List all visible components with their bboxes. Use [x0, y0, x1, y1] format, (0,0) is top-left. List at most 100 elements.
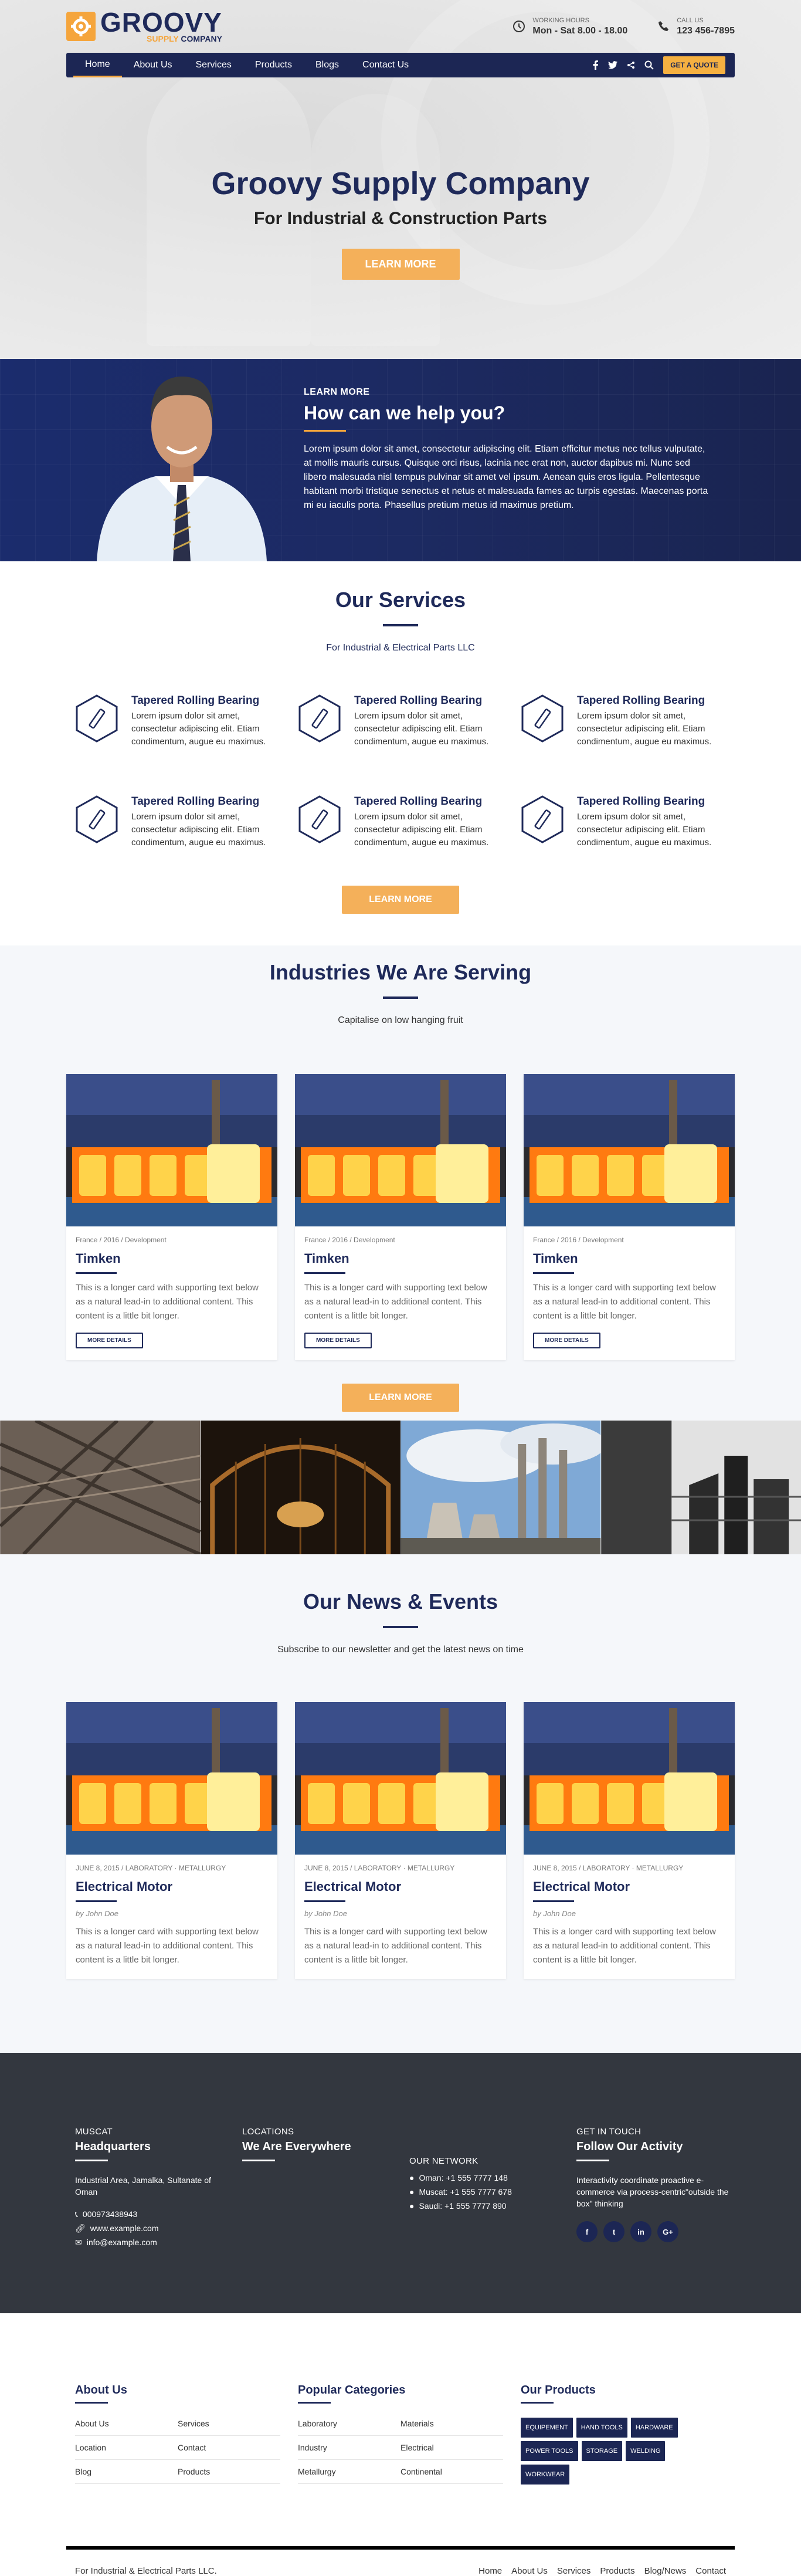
hq-address: Industrial Area, Jamalka, Sultanate of O…	[75, 2174, 222, 2198]
bottom-nav-link[interactable]: Products	[600, 2566, 634, 2576]
news-card[interactable]: JUNE 8, 2015 / LABORATORY · METALLURGY E…	[295, 1702, 506, 1979]
nav-home[interactable]: Home	[73, 53, 122, 77]
service-title: Tapered Rolling Bearing	[354, 694, 501, 707]
twitter-icon[interactable]: t	[603, 2221, 624, 2242]
card-meta: France / 2016 / Development	[76, 1236, 268, 1244]
nav-about[interactable]: About Us	[122, 53, 184, 77]
hq-web-item[interactable]: 🔗︎www.example.com	[75, 2222, 242, 2234]
news-subtitle: Subscribe to our newsletter and get the …	[66, 1645, 735, 1655]
service-title: Tapered Rolling Bearing	[354, 795, 501, 808]
service-item[interactable]: Tapered Rolling BearingLorem ipsum dolor…	[512, 795, 735, 849]
service-text: Lorem ipsum dolor sit amet, consectetur …	[354, 811, 501, 849]
bottom-nav-link[interactable]: Home	[478, 2566, 502, 2576]
industries-learn-more-button[interactable]: LEARN MORE	[342, 1384, 459, 1412]
search-icon[interactable]	[644, 60, 654, 70]
hero-title: Groovy Supply Company	[66, 165, 735, 202]
hq-title: Headquarters	[75, 2140, 242, 2154]
facebook-icon[interactable]: f	[576, 2221, 598, 2242]
footer-link[interactable]: Contact	[178, 2436, 280, 2460]
footer-categories: Popular Categories Laboratory Materials …	[298, 2384, 521, 2485]
services-divider	[383, 624, 418, 626]
service-title: Tapered Rolling Bearing	[577, 694, 724, 707]
news-card[interactable]: JUNE 8, 2015 / LABORATORY · METALLURGY E…	[66, 1702, 277, 1979]
help-kicker: LEARN MORE	[304, 387, 714, 398]
card-text: This is a longer card with supporting te…	[533, 1281, 727, 1323]
bottom-nav-link[interactable]: Contact	[695, 2566, 726, 2576]
nav-contact[interactable]: Contact Us	[351, 53, 420, 77]
category-link[interactable]: Industry	[298, 2436, 400, 2460]
category-link[interactable]: Continental	[400, 2460, 503, 2484]
category-link[interactable]: Metallurgy	[298, 2460, 400, 2484]
service-item[interactable]: Tapered Rolling Bearing Lorem ipsum dolor…	[512, 694, 735, 748]
services-title: Our Services	[66, 588, 735, 612]
phone-icon: 📞︎	[75, 2208, 78, 2220]
linkedin-icon[interactable]: in	[630, 2221, 651, 2242]
network-text: Oman: +1 555 7777 148	[419, 2172, 507, 2184]
product-tag[interactable]: EQUIPEMENT	[521, 2418, 573, 2438]
touch-title: Follow Our Activity	[576, 2140, 744, 2154]
hq-email-item[interactable]: ✉info@example.com	[75, 2236, 242, 2248]
bottom-nav-link[interactable]: Services	[557, 2566, 591, 2576]
businessman-photo	[85, 359, 279, 561]
product-tag[interactable]: POWER TOOLS	[521, 2441, 578, 2461]
bottom-nav-link[interactable]: About Us	[511, 2566, 548, 2576]
product-tag[interactable]: STORAGE	[582, 2441, 623, 2461]
network-text: Saudi: +1 555 7777 890	[419, 2200, 506, 2212]
news-card[interactable]: JUNE 8, 2015 / LABORATORY · METALLURGY E…	[524, 1702, 735, 1979]
logo[interactable]: GROOVY SUPPLY COMPANY	[66, 10, 222, 43]
service-item[interactable]: Tapered Rolling Bearing Lorem ipsum dolor…	[289, 795, 512, 849]
service-item[interactable]: Tapered Rolling BearingLorem ipsum dolor…	[66, 694, 289, 748]
more-details-button[interactable]: MORE DETAILS	[304, 1333, 372, 1348]
category-link[interactable]: Laboratory	[298, 2412, 400, 2436]
working-hours: WORKING HOURSMon - Sat 8.00 - 18.00	[512, 17, 627, 36]
service-title: Tapered Rolling Bearing	[131, 694, 278, 707]
product-tag[interactable]: WELDING	[626, 2441, 665, 2461]
products-title: Our Products	[521, 2384, 744, 2397]
tunnel-photo	[201, 1421, 401, 1554]
product-tag[interactable]: HAND TOOLS	[576, 2418, 627, 2438]
get-quote-button[interactable]: GET A QUOTE	[663, 56, 725, 74]
products-divider	[521, 2402, 554, 2404]
services-learn-more-button[interactable]: LEARN MORE	[342, 886, 459, 914]
product-tag[interactable]: WORKWEAR	[521, 2465, 569, 2485]
news-author: by John Doe	[304, 1909, 497, 1918]
share-icon[interactable]	[627, 61, 635, 69]
industries-subtitle: Capitalise on low hanging fruit	[66, 1015, 735, 1026]
footer-link[interactable]: Location	[75, 2436, 178, 2460]
card-text: This is a longer card with supporting te…	[304, 1281, 498, 1323]
card-meta: France / 2016 / Development	[533, 1236, 725, 1244]
footer-link[interactable]: About Us	[75, 2412, 178, 2436]
bottom-nav-link[interactable]: Blog/News	[644, 2566, 687, 2576]
gear-logo-icon	[66, 12, 96, 41]
call-us[interactable]: CALL US123 456-7895	[658, 17, 735, 36]
nav-services[interactable]: Services	[184, 53, 243, 77]
footer-link[interactable]: Blog	[75, 2460, 178, 2484]
footer-about: About Us About Us Services Location Cont…	[75, 2384, 298, 2485]
nav-blogs[interactable]: Blogs	[304, 53, 351, 77]
category-link[interactable]: Materials	[400, 2412, 503, 2436]
nav-products[interactable]: Products	[243, 53, 304, 77]
service-text: Lorem ipsum dolor sit amet, consectetur …	[577, 710, 724, 748]
more-details-button[interactable]: MORE DETAILS	[76, 1333, 143, 1348]
news-author: by John Doe	[76, 1909, 268, 1918]
categories-title: Popular Categories	[298, 2384, 521, 2397]
category-link[interactable]: Electrical	[400, 2436, 503, 2460]
footer-link[interactable]: Services	[178, 2412, 280, 2436]
product-tag[interactable]: HARDWARE	[631, 2418, 678, 2438]
card-divider	[533, 1900, 574, 1902]
hq-phone-item[interactable]: 📞︎000973438943	[75, 2208, 242, 2220]
logo-sub: COMPANY	[181, 34, 222, 43]
hero-learn-more-button[interactable]: LEARN MORE	[342, 249, 460, 280]
facebook-icon[interactable]	[593, 60, 599, 70]
news-text: This is a longer card with supporting te…	[76, 1925, 269, 1967]
service-item[interactable]: Tapered Rolling BearingLorem ipsum dolor…	[66, 795, 289, 849]
footer-link[interactable]: Products	[178, 2460, 280, 2484]
help-section: LEARN MORE How can we help you? Lorem ip…	[0, 359, 801, 561]
twitter-icon[interactable]	[608, 61, 617, 69]
service-item[interactable]: Tapered Rolling BearingLorem ipsum dolor…	[289, 694, 512, 748]
furnace-image	[66, 1074, 277, 1226]
more-details-button[interactable]: MORE DETAILS	[533, 1333, 600, 1348]
main-nav: Home About Us Services Products Blogs Co…	[66, 53, 735, 77]
hero-section: GROOVY SUPPLY COMPANY WORKING HOURSMon -…	[0, 0, 801, 359]
google-plus-icon[interactable]: G+	[657, 2221, 678, 2242]
